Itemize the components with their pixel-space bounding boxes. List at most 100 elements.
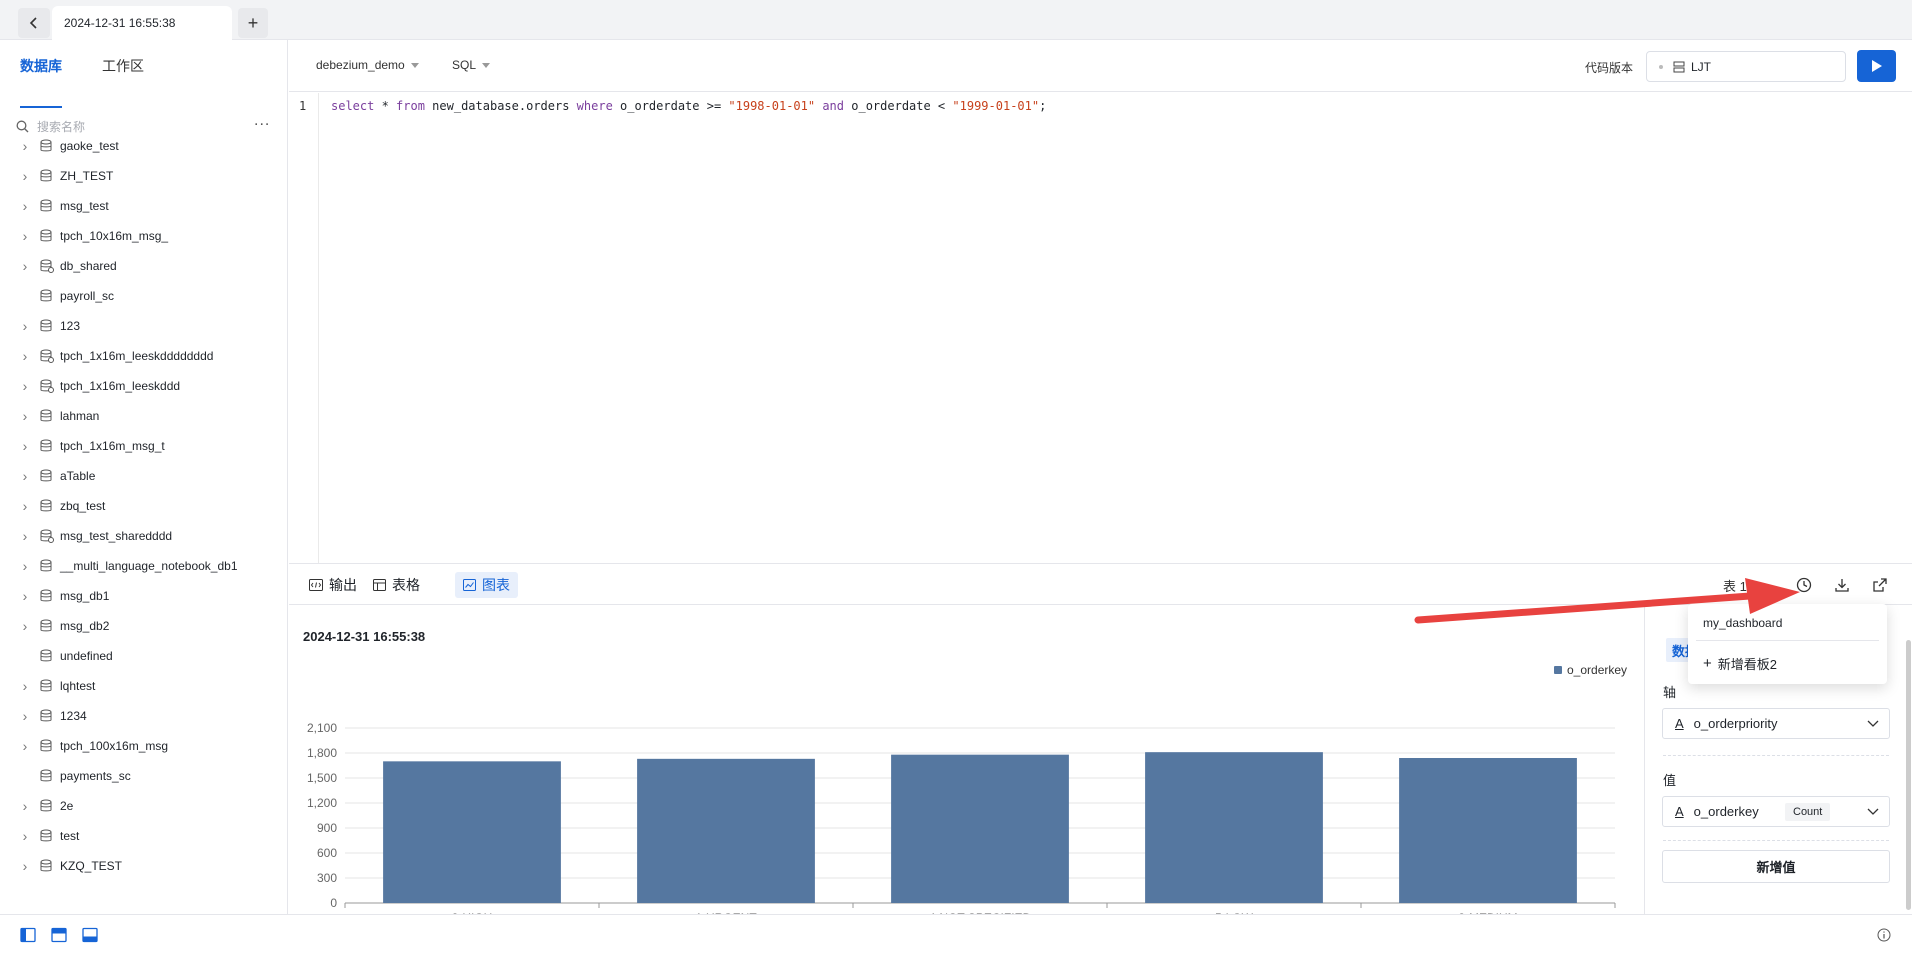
chevron-right-icon[interactable]: › [18,468,32,484]
run-button[interactable] [1857,50,1896,82]
add-value-button[interactable]: 新增值 [1662,850,1890,883]
version-value: LJT [1691,59,1712,74]
database-item[interactable]: › ZH_TEST [0,161,288,191]
database-icon [40,409,52,422]
chevron-right-icon[interactable]: › [18,738,32,754]
database-item[interactable]: › tpch_1x16m_msg_t [0,431,288,461]
scrollbar[interactable] [1906,640,1911,910]
database-item[interactable]: › tpch_1x16m_leeskdddddddd [0,341,288,371]
database-item[interactable]: › lahman [0,401,288,431]
tab-chart[interactable]: 图表 [455,572,518,598]
chevron-right-icon[interactable]: › [18,318,32,334]
shared-database-icon [40,349,54,363]
tab-database[interactable]: 数据库 [20,56,62,108]
chevron-right-icon[interactable]: › [18,438,32,454]
chevron-right-icon[interactable]: › [18,798,32,814]
play-icon [1871,60,1882,72]
chart-panel: 2024-12-31 16:55:38 o_orderkey 0 300 600 90… [289,606,1643,914]
chevron-right-icon[interactable]: › [18,828,32,844]
database-icon [40,619,52,632]
database-item[interactable]: › tpch_100x16m_msg [0,731,288,761]
version-select[interactable]: LJT [1646,51,1846,82]
chevron-right-icon[interactable]: › [18,858,32,874]
database-item[interactable]: › 1234 [0,701,288,731]
database-item[interactable]: › msg_db1 [0,581,288,611]
value-field-select[interactable]: A o_orderkey Count [1662,796,1890,827]
database-item-label: 1234 [60,709,87,723]
code-icon [309,579,323,591]
language-select[interactable]: SQL [452,58,491,72]
axis-field-select[interactable]: A o_orderpriority [1662,708,1890,739]
tab-output[interactable]: 输出 [301,572,365,598]
database-item[interactable]: › 123 [0,311,288,341]
database-item[interactable]: › db_shared [0,251,288,281]
chevron-right-icon[interactable]: › [18,678,32,694]
bar [1145,752,1323,903]
database-item-label: test [60,829,80,843]
database-item[interactable]: payments_sc [0,761,288,791]
database-item[interactable]: › msg_db2 [0,611,288,641]
database-item-label: tpch_1x16m_leeskddd [60,379,181,393]
more-options-icon[interactable]: ... [254,112,270,130]
database-item[interactable]: › tpch_1x16m_leeskddd [0,371,288,401]
chevron-right-icon[interactable]: › [18,138,32,154]
y-tick-label: 600 [317,846,337,860]
layout-top-icon[interactable] [51,927,67,943]
menu-item-new-dashboard[interactable]: + 新增看板2 [1703,654,1777,673]
aggregation-badge[interactable]: Count [1785,803,1831,821]
chevron-right-icon[interactable]: › [18,558,32,574]
download-icon [1835,579,1849,592]
download-button[interactable] [1831,574,1853,596]
chevron-right-icon[interactable]: › [18,588,32,604]
database-item[interactable]: › zbq_test [0,491,288,521]
database-item[interactable]: › lqhtest [0,671,288,701]
database-select-value: debezium_demo [316,58,405,72]
database-item[interactable]: › msg_test_sharedddd [0,521,288,551]
bar [891,754,1069,903]
tab-table[interactable]: 表格 [365,572,428,598]
share-button[interactable] [1869,574,1891,596]
chevron-right-icon[interactable]: › [18,258,32,274]
y-tick-label: 1,200 [307,796,337,810]
chevron-right-icon[interactable]: › [18,198,32,214]
database-item[interactable]: › KZQ_TEST [0,851,288,881]
back-button[interactable] [18,8,50,38]
chevron-down-icon [1867,808,1879,815]
chevron-down-icon [1867,720,1879,727]
chevron-right-icon[interactable]: › [18,528,32,544]
database-item[interactable]: › msg_test [0,191,288,221]
add-tab-button[interactable]: + [238,8,268,38]
chevron-right-icon[interactable]: › [18,228,32,244]
chevron-right-icon[interactable]: › [18,378,32,394]
plus-icon: + [247,12,259,33]
database-item[interactable]: undefined [0,641,288,671]
database-item-label: lqhtest [60,679,96,693]
chevron-right-icon[interactable]: › [18,618,32,634]
new-dashboard-label: 新增看板2 [1717,657,1777,672]
chevron-left-icon [29,17,37,29]
database-item[interactable]: › aTable [0,461,288,491]
database-item[interactable]: › tpch_10x16m_msg_ [0,221,288,251]
database-item[interactable]: › __multi_language_notebook_db1 [0,551,288,581]
chevron-right-icon[interactable]: › [18,408,32,424]
chevron-right-icon[interactable]: › [18,168,32,184]
code-token: ; [1039,99,1047,113]
code-editor[interactable]: 1 select * from new_database.orders wher… [289,93,1912,563]
chevron-right-icon[interactable]: › [18,348,32,364]
layout-left-icon[interactable] [20,927,36,943]
tab-workspace[interactable]: 工作区 [102,56,144,82]
layout-bottom-icon[interactable] [82,927,98,943]
database-item[interactable]: › gaoke_test [0,131,288,161]
tab-current-notebook[interactable]: 2024-12-31 16:55:38 [52,6,232,40]
database-item[interactable]: › test [0,821,288,851]
database-item-label: __multi_language_notebook_db1 [60,559,238,573]
app-root: { "tabs": {"active_title": "2024-12-31 1… [0,0,1912,954]
annotation-arrow-icon [1414,578,1800,624]
chevron-right-icon[interactable]: › [18,708,32,724]
chevron-right-icon[interactable]: › [18,498,32,514]
divider [1663,840,1889,841]
database-item[interactable]: payroll_sc [0,281,288,311]
database-item[interactable]: › 2e [0,791,288,821]
info-icon[interactable] [1877,928,1891,942]
database-select[interactable]: debezium_demo [316,58,419,72]
